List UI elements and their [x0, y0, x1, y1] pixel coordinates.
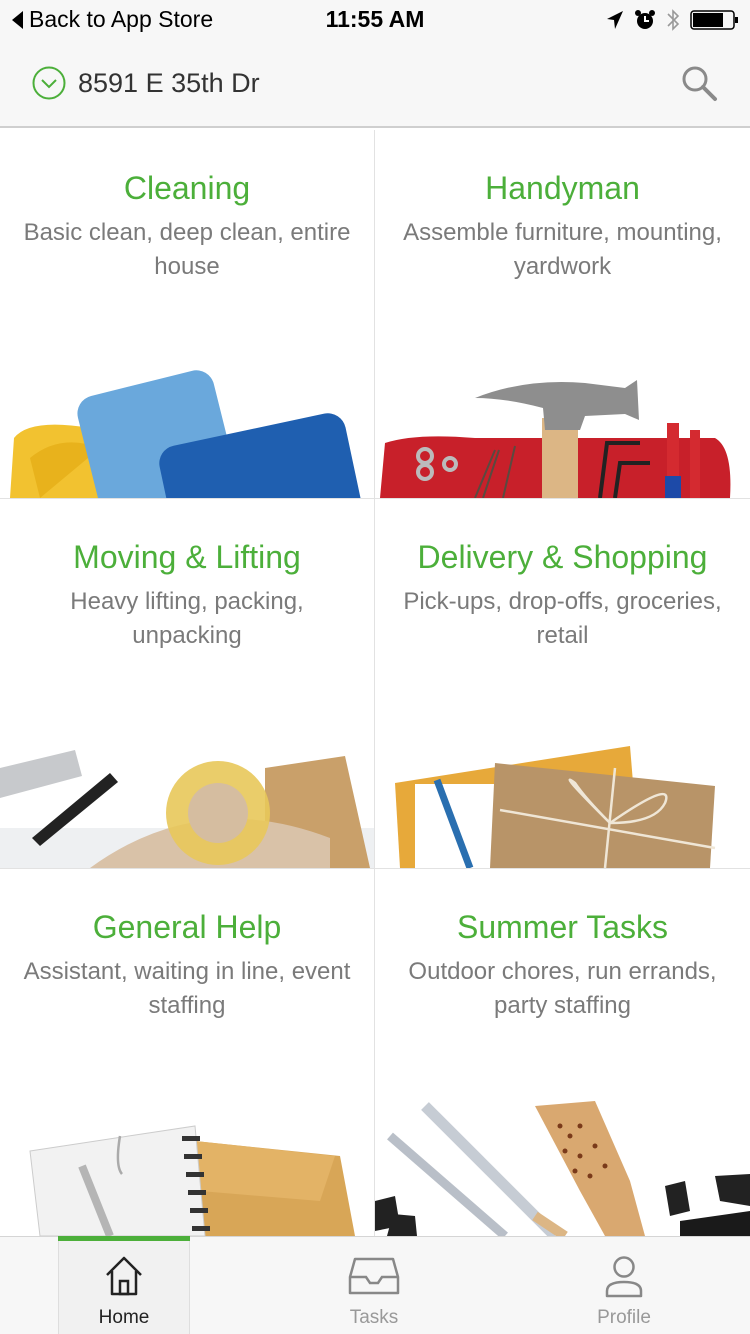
grill-tools-image [375, 1101, 750, 1236]
battery-icon [690, 10, 738, 30]
status-bar: Back to App Store 11:55 AM [0, 0, 750, 40]
tab-label: Profile [597, 1307, 651, 1328]
bluetooth-icon [667, 9, 680, 31]
alarm-icon [635, 10, 655, 29]
planner-envelopes-image [29, 1125, 355, 1236]
location-header: 8591 E 35th Dr [0, 40, 750, 128]
category-title: General Help [92, 909, 282, 945]
category-description: Pick-ups, drop-offs, groceries, retail [403, 588, 722, 649]
tab-label: Tasks [349, 1307, 399, 1328]
tape-boxes-image [0, 750, 374, 868]
tab-profile[interactable]: Profile [558, 1237, 690, 1334]
category-description: Basic clean, deep clean, entire house [23, 219, 351, 280]
category-title: Summer Tasks [456, 909, 668, 945]
inbox-tray-icon [348, 1257, 400, 1295]
tab-tasks[interactable]: Tasks [308, 1237, 440, 1334]
address-text: 8591 E 35th Dr [78, 67, 260, 98]
category-title: Handyman [485, 170, 640, 206]
category-description: Assemble furniture, mounting, yardwork [403, 219, 722, 280]
wrapped-package-image [395, 746, 716, 868]
sponges-image [10, 370, 366, 498]
person-icon [605, 1256, 643, 1298]
category-title: Delivery & Shopping [417, 539, 708, 575]
home-icon [106, 1256, 142, 1296]
tab-home[interactable]: Home [58, 1236, 190, 1334]
tab-label: Home [98, 1307, 150, 1328]
category-tile-handyman[interactable]: Handyman Assemble furniture, mounting, y… [375, 130, 750, 498]
category-tile-cleaning[interactable]: Cleaning Basic clean, deep clean, entire… [0, 130, 374, 498]
category-description: Assistant, waiting in line, event staffi… [23, 958, 351, 1019]
chevron-down-circle-icon [32, 66, 66, 100]
category-tile-delivery[interactable]: Delivery & Shopping Pick-ups, drop-offs,… [375, 499, 750, 868]
category-title: Cleaning [123, 170, 251, 206]
hammer-tools-image [380, 380, 731, 498]
category-description: Outdoor chores, run errands, party staff… [408, 958, 717, 1019]
category-grid: Cleaning Basic clean, deep clean, entire… [0, 130, 750, 1236]
search-button[interactable] [680, 64, 718, 107]
category-tile-summer-tasks[interactable]: Summer Tasks Outdoor chores, run errands… [375, 869, 750, 1236]
tab-bar: Home Tasks Profile [0, 1236, 750, 1334]
category-tile-moving[interactable]: Moving & Lifting Heavy lifting, packing,… [0, 499, 374, 868]
location-arrow-icon [607, 11, 623, 29]
category-tile-general-help[interactable]: General Help Assistant, waiting in line,… [0, 869, 374, 1236]
address-selector[interactable]: 8591 E 35th Dr [32, 66, 260, 100]
category-title: Moving & Lifting [73, 539, 301, 575]
category-description: Heavy lifting, packing, unpacking [70, 588, 304, 649]
search-icon [682, 66, 717, 101]
